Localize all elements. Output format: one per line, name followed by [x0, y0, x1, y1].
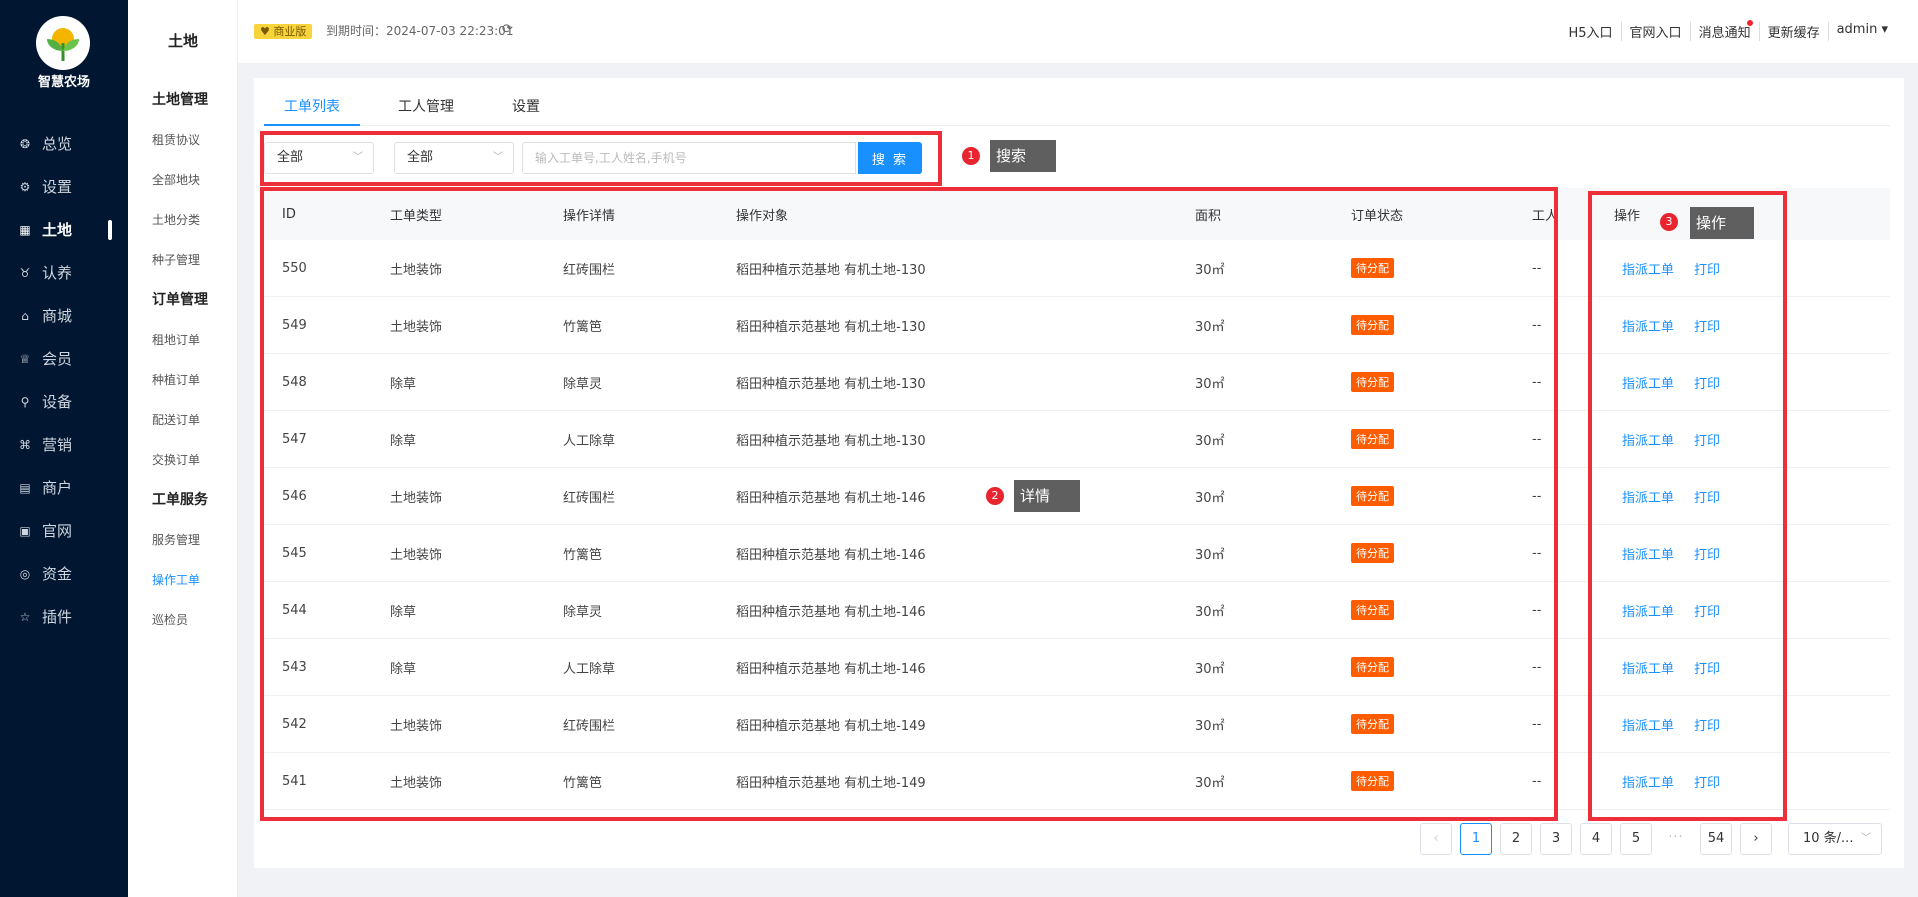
annotation-box-search [260, 131, 942, 186]
shop-icon: ⌂ [21, 308, 29, 323]
sub-menu-item[interactable]: 种子管理 [152, 246, 238, 286]
page-3-button[interactable]: 3 [1540, 823, 1572, 855]
sub-menu: 土地管理租赁协议 全部地块 土地分类 种子管理订单管理租地订单 种植订单 配送订单 交换订单… [152, 86, 238, 646]
sub-menu-item[interactable]: 服务管理 [152, 526, 238, 566]
sub-menu-group: 订单管理 [152, 292, 208, 308]
annotation-label-search: 搜索 [990, 140, 1056, 172]
sub-sidebar: 土地 土地管理租赁协议 全部地块 土地分类 种子管理订单管理租地订单 种植订单 配送订单交… [128, 0, 238, 897]
edition-badge: ♥ 商业版 [254, 24, 313, 39]
nav-item-label: 设置 [42, 178, 73, 196]
nav-item-label: 商城 [42, 307, 73, 325]
admin-menu[interactable]: admin ▾ [1827, 22, 1896, 41]
brand-logo[interactable] [36, 16, 90, 70]
chevron-down-icon: ﹀ [1861, 833, 1871, 844]
nav-item-label: 官网 [42, 522, 73, 540]
website-entry-link[interactable]: 官网入口 [1620, 22, 1690, 41]
sub-menu-item[interactable]: 交换订单 [152, 446, 238, 486]
page-4-button[interactable]: 4 [1580, 823, 1612, 855]
nav-item-label: 土地 [42, 221, 73, 239]
notification-dot [1746, 20, 1753, 26]
sub-menu-item[interactable]: 租赁协议 [152, 126, 238, 166]
tab-bar: 工单列表 工人管理 设置 [264, 96, 1890, 126]
expire-time: 到期时间：2024-07-03 22:23:01 [326, 24, 514, 38]
annotation-marker-2: 2 [986, 487, 1004, 505]
nav-item-8[interactable]: ▤ 商户 [0, 466, 128, 509]
brand-name: 智慧农场 [37, 75, 90, 90]
nav-item-9[interactable]: ▣ 官网 [0, 509, 128, 552]
nav-item-2[interactable]: ▦ 土地 [0, 208, 128, 251]
marketing-icon: ⌘ [19, 437, 31, 452]
sub-menu-item[interactable]: 全部地块 [152, 166, 238, 206]
crown-icon: ♕ [19, 351, 31, 366]
tab-work-orders[interactable]: 工单列表 [264, 96, 360, 126]
top-header: ♥ 商业版 到期时间：2024-07-03 22:23:01 ⟳ H5入口 官网… [238, 0, 1918, 63]
nav-item-label: 资金 [42, 565, 73, 583]
main-sidebar: 智慧农场 ❂ 总览 ⚙ 设置 ▦ 土地 ♉ 认养 ⌂ 商城 ♕ 会员 ⚲ 设备 ⌘ 营销 ▤ 商户 ▣ 官网 ◎ 资金 ☆ 插… [0, 0, 128, 897]
website-icon: ▣ [19, 523, 31, 538]
page-5-button[interactable]: 5 [1620, 823, 1652, 855]
pagination: ‹ 1 2 3 4 5 ··· 54 › 10 条/... ﹀ [1420, 823, 1882, 855]
annotation-label-action: 操作 [1690, 207, 1754, 239]
nav-item-label: 商户 [42, 479, 73, 497]
sub-menu-item[interactable]: 配送订单 [152, 406, 238, 446]
next-page-button[interactable]: › [1740, 823, 1772, 855]
tab-settings[interactable]: 设置 [492, 96, 560, 126]
nav-item-4[interactable]: ⌂ 商城 [0, 294, 128, 337]
adopt-icon: ♉ [19, 265, 31, 280]
page-2-button[interactable]: 2 [1500, 823, 1532, 855]
last-page-button[interactable]: 54 [1700, 823, 1732, 855]
nav-item-6[interactable]: ⚲ 设备 [0, 380, 128, 423]
sub-menu-item[interactable]: 土地分类 [152, 206, 238, 246]
annotation-marker-3: 3 [1660, 213, 1678, 231]
prev-page-button[interactable]: ‹ [1420, 823, 1452, 855]
main-nav: ❂ 总览 ⚙ 设置 ▦ 土地 ♉ 认养 ⌂ 商城 ♕ 会员 ⚲ 设备 ⌘ 营销 ▤ 商户 ▣ 官网 ◎ 资金 ☆ 插件 [0, 122, 128, 638]
page-size-select[interactable]: 10 条/... ﹀ [1788, 823, 1882, 855]
sub-sidebar-title: 土地 [167, 32, 198, 50]
annotation-box-actions [1588, 191, 1787, 821]
store-icon: ▤ [19, 480, 31, 495]
more-pages-ellipsis[interactable]: ··· [1660, 823, 1692, 855]
sprout-logo-icon [47, 28, 79, 62]
settings-icon: ⚙ [19, 179, 31, 194]
nav-item-5[interactable]: ♕ 会员 [0, 337, 128, 380]
nav-item-0[interactable]: ❂ 总览 [0, 122, 128, 165]
nav-item-7[interactable]: ⌘ 营销 [0, 423, 128, 466]
nav-item-label: 设备 [42, 393, 73, 411]
grid-icon: ▦ [19, 222, 31, 237]
sub-menu-item[interactable]: 巡检员 [152, 606, 238, 646]
nav-item-label: 认养 [42, 264, 73, 282]
nav-item-1[interactable]: ⚙ 设置 [0, 165, 128, 208]
notifications-link[interactable]: 消息通知 [1689, 20, 1759, 41]
tab-workers[interactable]: 工人管理 [378, 96, 474, 126]
h5-entry-link[interactable]: H5入口 [1561, 22, 1621, 41]
sub-menu-item[interactable]: 租地订单 [152, 326, 238, 366]
nav-item-label: 总览 [42, 135, 73, 153]
star-icon: ☆ [19, 609, 31, 624]
refresh-icon[interactable]: ⟳ [502, 22, 513, 37]
nav-item-11[interactable]: ☆ 插件 [0, 595, 128, 638]
location-icon: ⚲ [20, 394, 30, 409]
annotation-marker-1: 1 [962, 147, 980, 165]
sub-menu-group: 土地管理 [152, 92, 208, 108]
sub-menu-group: 工单服务 [152, 492, 208, 508]
money-icon: ◎ [19, 566, 31, 581]
annotation-label-detail: 详情 [1014, 480, 1080, 512]
sub-menu-item[interactable]: 操作工单 [152, 566, 238, 606]
nav-item-label: 会员 [42, 350, 73, 368]
nav-item-3[interactable]: ♉ 认养 [0, 251, 128, 294]
nav-item-10[interactable]: ◎ 资金 [0, 552, 128, 595]
nav-item-label: 营销 [42, 436, 73, 454]
annotation-box-details [260, 187, 1558, 821]
clear-cache-link[interactable]: 更新缓存 [1758, 22, 1828, 41]
nav-item-label: 插件 [42, 608, 73, 626]
dashboard-icon: ❂ [19, 136, 31, 151]
header-links: H5入口 官网入口 消息通知 更新缓存 admin ▾ [1561, 20, 1897, 41]
sub-menu-item[interactable]: 种植订单 [152, 366, 238, 406]
page-1-button[interactable]: 1 [1460, 823, 1492, 855]
